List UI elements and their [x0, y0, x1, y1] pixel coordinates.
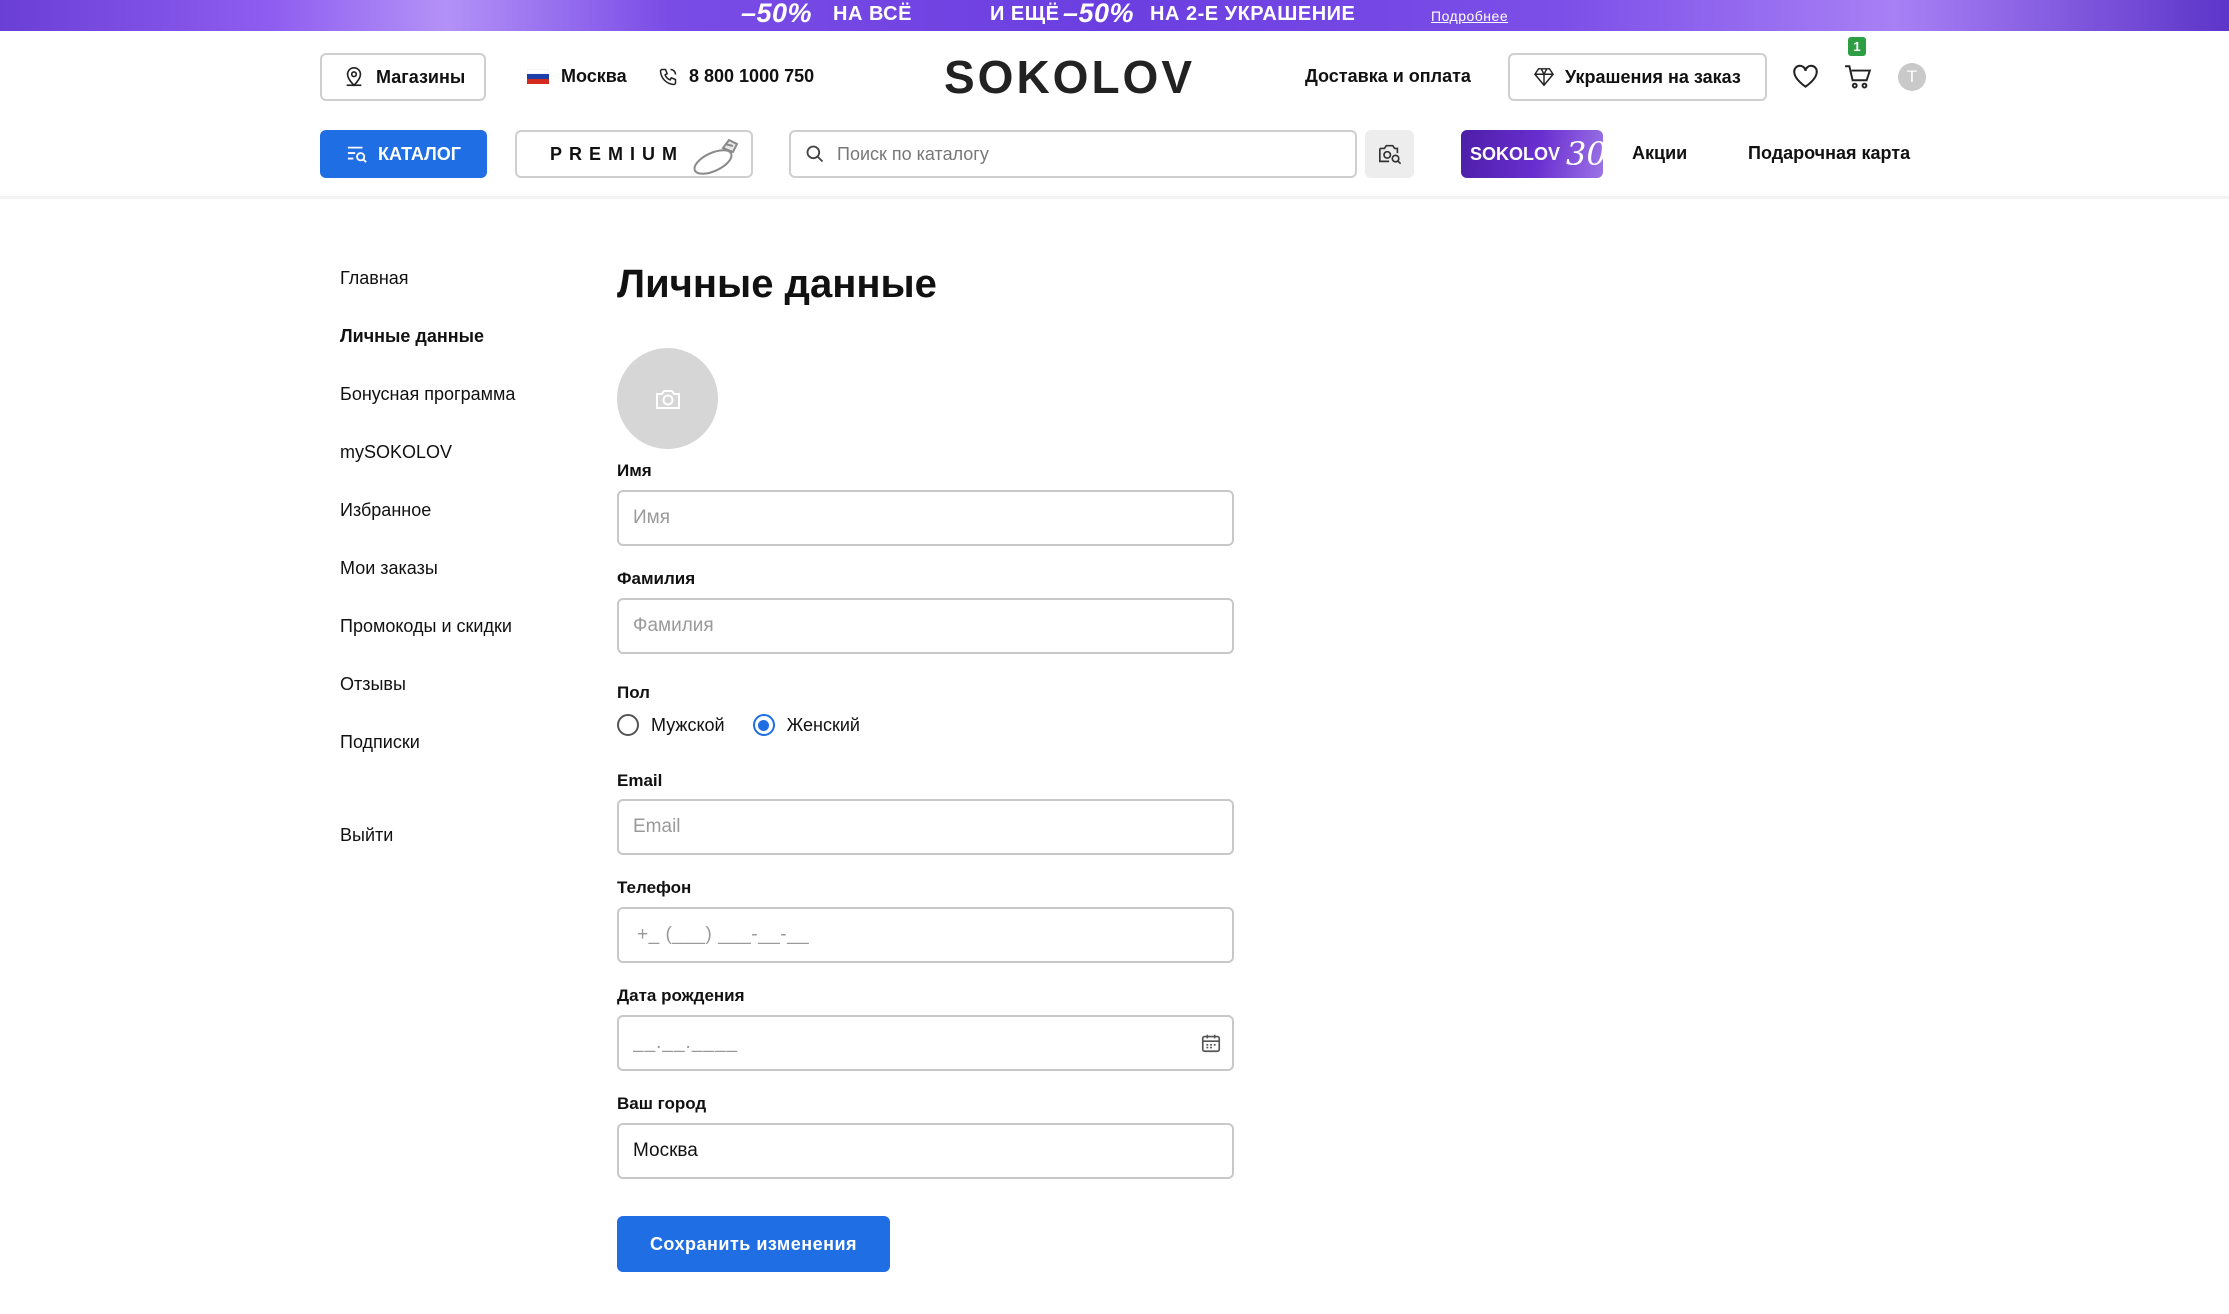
premium-button[interactable]: PREMIUM — [515, 130, 753, 178]
search-input[interactable] — [837, 143, 1317, 165]
page-title: Личные данные — [617, 262, 937, 306]
custom-order-button[interactable]: Украшения на заказ — [1508, 53, 1767, 101]
custom-order-label: Украшения на заказ — [1565, 66, 1741, 87]
location-pin-icon — [343, 66, 365, 88]
last-name-label: Фамилия — [617, 569, 696, 588]
sokolov30-banner[interactable]: SOKOLOV 30 — [1461, 130, 1603, 178]
birthdate-field[interactable] — [617, 1015, 1234, 1071]
logout-link[interactable]: Выйти — [340, 825, 393, 846]
city-input[interactable] — [633, 1140, 1193, 1162]
diamond-icon — [1533, 67, 1555, 87]
photo-search-button[interactable] — [1365, 130, 1414, 178]
first-name-label: Имя — [617, 461, 652, 480]
gift-card-link[interactable]: Подарочная карта — [1748, 143, 1910, 164]
sidebar-item-favorites[interactable]: Избранное — [340, 500, 431, 521]
catalog-button[interactable]: КАТАЛОГ — [320, 130, 487, 178]
email-field[interactable] — [617, 799, 1234, 855]
gender-male-label[interactable]: Мужской — [651, 715, 725, 736]
sidebar-item-subscriptions[interactable]: Подписки — [340, 732, 420, 753]
premium-label: PREMIUM — [550, 143, 684, 164]
heart-icon[interactable] — [1792, 64, 1819, 89]
sidebar-item-personal-data[interactable]: Личные данные — [340, 326, 484, 347]
city-label: Москва — [561, 66, 627, 86]
calendar-icon[interactable] — [1200, 1032, 1222, 1054]
promo-more-link[interactable]: Подробнее — [1431, 8, 1508, 24]
sidebar-item-bonus-program[interactable]: Бонусная программа — [340, 384, 515, 405]
phone-field[interactable] — [617, 907, 1234, 963]
email-label: Email — [617, 771, 663, 790]
menu-search-icon — [346, 144, 368, 164]
first-name-input[interactable] — [633, 507, 1193, 529]
promo-text-2: НА 2-Е УКРАШЕНИЕ — [1150, 3, 1356, 25]
sokolov30-text: SOKOLOV — [1470, 143, 1561, 164]
promo-text-1: НА ВСЁ — [833, 3, 912, 25]
catalog-label: КАТАЛОГ — [377, 143, 461, 164]
gender-female-radio[interactable] — [752, 714, 775, 736]
last-name-field[interactable] — [617, 598, 1234, 654]
city-field-label: Ваш город — [617, 1094, 707, 1113]
ring-icon — [685, 134, 745, 176]
promo-text-2-prefix: И ЕЩЁ — [990, 3, 1060, 25]
first-name-field[interactable] — [617, 490, 1234, 546]
promo-discount-2: –50% — [1063, 0, 1135, 28]
promo-discount-1: –50% — [741, 0, 813, 28]
search-icon — [805, 144, 825, 164]
stores-label: Магазины — [376, 66, 466, 87]
user-avatar[interactable]: T — [1898, 63, 1926, 91]
camera-icon — [654, 387, 682, 411]
email-input[interactable] — [633, 816, 1193, 838]
logo[interactable]: SOKOLOV — [944, 50, 1195, 104]
sidebar-item-mysokolov[interactable]: mySOKOLOV — [340, 442, 452, 463]
promo-banner[interactable]: –50% НА ВСЁ И ЕЩЁ –50% НА 2-Е УКРАШЕНИЕ … — [0, 0, 2229, 31]
sidebar-item-home[interactable]: Главная — [340, 268, 409, 289]
phone-number: 8 800 1000 750 — [689, 66, 815, 86]
avatar-upload[interactable] — [617, 348, 718, 449]
sidebar-item-promocodes[interactable]: Промокоды и скидки — [340, 616, 512, 637]
birthdate-label: Дата рождения — [617, 986, 745, 1005]
phone-link[interactable]: 8 800 1000 750 — [658, 66, 814, 87]
gender-label: Пол — [617, 683, 650, 702]
sokolov30-number: 30 — [1566, 135, 1603, 173]
city-field[interactable] — [617, 1123, 1234, 1179]
search-bar[interactable] — [789, 130, 1357, 178]
sidebar-item-reviews[interactable]: Отзывы — [340, 674, 406, 695]
cart-icon[interactable] — [1844, 64, 1872, 90]
sidebar-item-orders[interactable]: Мои заказы — [340, 558, 438, 579]
phone-label: Телефон — [617, 878, 692, 897]
cart-count-badge: 1 — [1848, 37, 1866, 56]
birthdate-input[interactable] — [633, 1032, 1193, 1054]
phone-input[interactable] — [637, 924, 1197, 946]
city-selector[interactable]: Москва — [527, 66, 627, 87]
save-button[interactable]: Сохранить изменения — [617, 1216, 890, 1272]
russia-flag-icon — [527, 69, 549, 84]
promotions-link[interactable]: Акции — [1632, 143, 1687, 164]
last-name-input[interactable] — [633, 615, 1193, 637]
header-divider — [0, 196, 2229, 199]
gender-male-radio[interactable] — [617, 714, 639, 736]
camera-search-icon — [1377, 142, 1403, 166]
gender-female-label[interactable]: Женский — [787, 715, 860, 736]
delivery-link[interactable]: Доставка и оплата — [1305, 66, 1471, 87]
stores-button[interactable]: Магазины — [320, 53, 486, 101]
gender-radio-group: Мужской Женский — [617, 714, 860, 736]
phone-icon — [658, 67, 678, 87]
